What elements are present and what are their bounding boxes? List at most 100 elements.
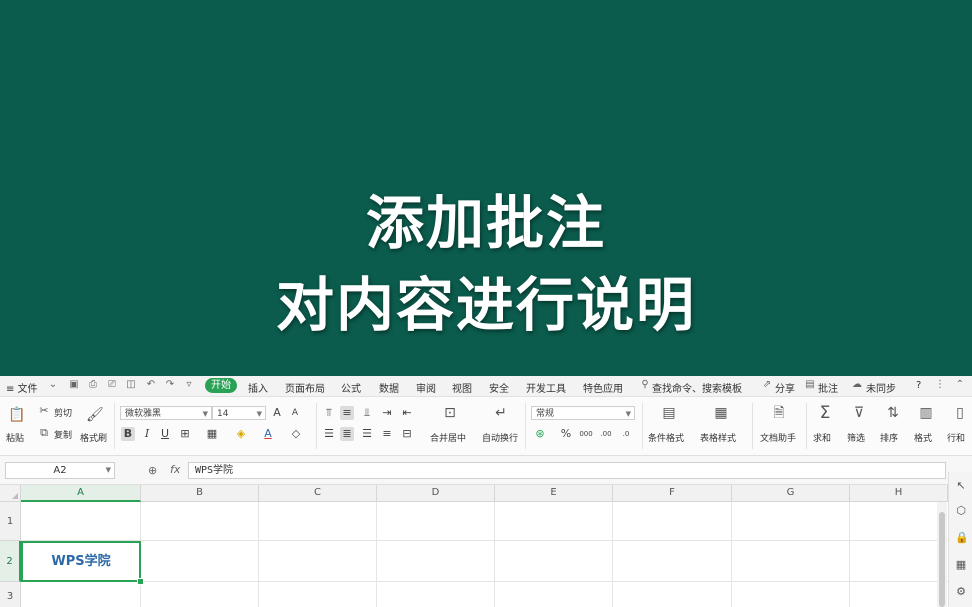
- distribute-icon[interactable]: ⊟: [400, 427, 414, 441]
- increase-decimal-icon[interactable]: .00: [599, 427, 613, 441]
- decrease-font-icon[interactable]: A: [288, 406, 302, 420]
- column-header-e[interactable]: E: [495, 485, 613, 502]
- select-all-corner[interactable]: [0, 485, 21, 502]
- highlight-icon[interactable]: ◈: [234, 427, 248, 441]
- customize-icon[interactable]: ▿: [184, 380, 194, 390]
- italic-button[interactable]: I: [140, 427, 154, 441]
- search-icon[interactable]: ⚲: [640, 380, 650, 390]
- font-color-icon[interactable]: A: [261, 427, 275, 441]
- paste-icon[interactable]: 📋: [8, 407, 26, 423]
- zoom-search-icon[interactable]: ⊕: [148, 464, 157, 477]
- scrollbar-thumb[interactable]: [939, 512, 945, 607]
- sort-button[interactable]: 排序: [880, 431, 898, 444]
- tab-review[interactable]: 审阅: [416, 380, 436, 395]
- tab-formulas[interactable]: 公式: [341, 380, 361, 395]
- tab-view[interactable]: 视图: [452, 380, 472, 395]
- row-col-icon[interactable]: ▯: [951, 405, 969, 421]
- cell-a2[interactable]: WPS学院: [21, 541, 141, 582]
- tab-security[interactable]: 安全: [489, 380, 509, 395]
- sum-button[interactable]: 求和: [813, 431, 831, 444]
- more-icon[interactable]: ⋮: [935, 380, 945, 390]
- filter-icon[interactable]: ⊽: [850, 405, 868, 421]
- column-header-c[interactable]: C: [259, 485, 377, 502]
- bold-button[interactable]: B: [121, 427, 135, 441]
- comment-button[interactable]: 批注: [818, 380, 838, 395]
- underline-button[interactable]: U: [158, 427, 172, 441]
- share-icon[interactable]: ⇗: [762, 380, 772, 390]
- table-style-icon[interactable]: ▦: [712, 405, 730, 421]
- align-bottom-icon[interactable]: ⫫: [360, 406, 374, 420]
- align-middle-icon[interactable]: ≡: [340, 406, 354, 420]
- eraser-icon[interactable]: ◇: [289, 427, 303, 441]
- doc-assistant-button[interactable]: 文档助手: [760, 431, 796, 444]
- border-icon[interactable]: ⊞: [178, 427, 192, 441]
- merge-cells-icon[interactable]: ⊡: [441, 405, 459, 421]
- conditional-format-button[interactable]: 条件格式: [648, 431, 684, 444]
- export-icon[interactable]: ⎙: [88, 380, 98, 390]
- function-icon[interactable]: fx: [170, 463, 180, 476]
- align-left-icon[interactable]: ☰: [322, 427, 336, 441]
- font-size-select[interactable]: 14 ▼: [212, 406, 266, 420]
- outdent-icon[interactable]: ⇤: [400, 406, 414, 420]
- font-name-select[interactable]: 微软雅黑 ▼: [120, 406, 212, 420]
- merge-center-button[interactable]: 合并居中: [430, 431, 466, 444]
- sum-icon[interactable]: Σ: [816, 405, 834, 422]
- share-button[interactable]: 分享: [775, 380, 795, 395]
- paste-button[interactable]: 粘贴: [6, 431, 24, 444]
- sort-icon[interactable]: ⇅: [884, 405, 902, 421]
- save-icon[interactable]: ▣: [69, 380, 79, 390]
- collapse-ribbon-icon[interactable]: ⌃: [955, 380, 965, 390]
- wrap-text-icon[interactable]: ↵: [492, 405, 510, 421]
- sync-status[interactable]: 未同步: [866, 380, 896, 395]
- name-box[interactable]: A2 ▼: [5, 462, 115, 479]
- tab-data[interactable]: 数据: [379, 380, 399, 395]
- command-search[interactable]: 查找命令、搜索模板: [652, 380, 742, 395]
- currency-icon[interactable]: ⊛: [533, 427, 547, 441]
- column-header-f[interactable]: F: [613, 485, 732, 502]
- tab-home[interactable]: 开始: [205, 378, 237, 393]
- number-format-select[interactable]: 常规 ▼: [531, 406, 635, 420]
- shapes-icon[interactable]: ⬡: [955, 505, 967, 517]
- undo-icon[interactable]: ↶: [146, 380, 156, 390]
- formula-input[interactable]: WPS学院: [188, 462, 946, 479]
- increase-font-icon[interactable]: A: [270, 406, 284, 420]
- format-painter-button[interactable]: 格式刷: [80, 431, 107, 444]
- tab-developer[interactable]: 开发工具: [526, 380, 566, 395]
- column-header-a[interactable]: A: [21, 485, 141, 502]
- align-top-icon[interactable]: ⫪: [322, 406, 336, 420]
- file-menu[interactable]: ≡ 文件: [6, 380, 38, 395]
- chevron-down-icon[interactable]: ⌄: [48, 380, 58, 390]
- align-center-icon[interactable]: ≣: [340, 427, 354, 441]
- print-preview-icon[interactable]: ◫: [126, 380, 136, 390]
- fill-handle[interactable]: [137, 578, 144, 585]
- copy-button[interactable]: 复制: [54, 428, 72, 441]
- help-button[interactable]: ?: [916, 380, 921, 391]
- vertical-scrollbar[interactable]: [937, 502, 947, 607]
- filter-button[interactable]: 筛选: [847, 431, 865, 444]
- column-header-h[interactable]: H: [850, 485, 948, 502]
- format-icon[interactable]: ▥: [917, 405, 935, 421]
- lock-icon[interactable]: 🔒: [955, 532, 969, 544]
- table-icon[interactable]: ▦: [955, 559, 967, 571]
- percent-icon[interactable]: %: [559, 427, 573, 441]
- doc-assistant-icon[interactable]: 🗎: [770, 405, 788, 421]
- table-style-button[interactable]: 表格样式: [700, 431, 736, 444]
- tab-page-layout[interactable]: 页面布局: [285, 380, 325, 395]
- scissors-icon[interactable]: ✂: [38, 403, 50, 419]
- cut-button[interactable]: 剪切: [54, 406, 72, 419]
- column-header-b[interactable]: B: [141, 485, 259, 502]
- conditional-format-icon[interactable]: ▤: [660, 405, 678, 421]
- indent-icon[interactable]: ⇥: [380, 406, 394, 420]
- wrap-text-button[interactable]: 自动换行: [482, 431, 518, 444]
- fill-color-icon[interactable]: ▦: [205, 427, 219, 441]
- tab-special[interactable]: 特色应用: [583, 380, 623, 395]
- align-right-icon[interactable]: ☰: [360, 427, 374, 441]
- row-col-button[interactable]: 行和: [947, 431, 965, 444]
- row-header-1[interactable]: 1: [0, 502, 21, 541]
- column-header-g[interactable]: G: [732, 485, 850, 502]
- copy-icon[interactable]: ⧉: [38, 425, 50, 441]
- row-header-2[interactable]: 2: [0, 541, 21, 582]
- settings-icon[interactable]: ⚙: [955, 586, 967, 598]
- brush-icon[interactable]: 🖌: [86, 407, 104, 423]
- thousands-icon[interactable]: 000: [579, 427, 593, 441]
